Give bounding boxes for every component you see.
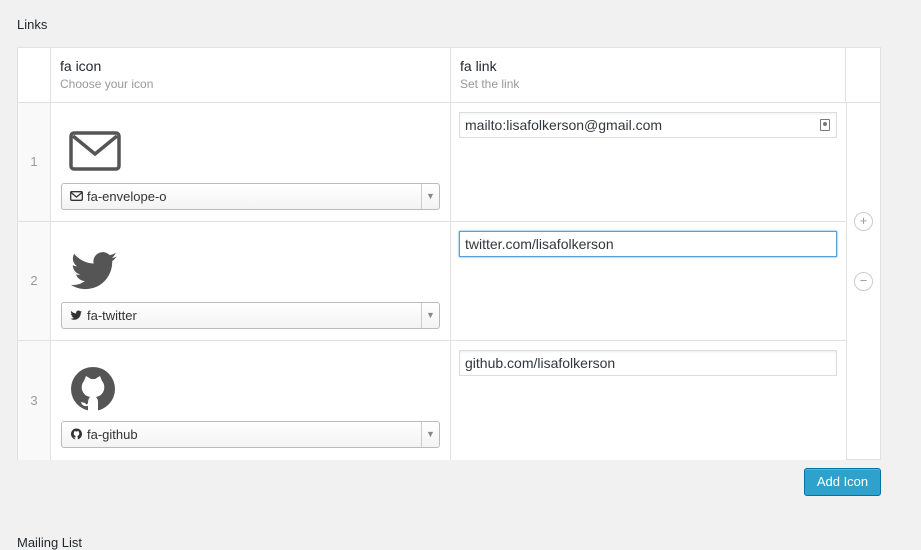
twitter-icon (70, 252, 117, 290)
row-actions: + − (846, 103, 880, 459)
column-label-icon: fa icon (60, 58, 102, 74)
icon-select[interactable]: fa-envelope-o ▼ (61, 183, 440, 210)
chevron-down-icon[interactable]: ▼ (421, 303, 439, 328)
link-input-value: twitter.com/lisafolkerson (465, 236, 614, 252)
add-icon-button[interactable]: Add Icon (804, 468, 881, 496)
link-input[interactable]: github.com/lisafolkerson (459, 350, 837, 376)
chevron-down-icon[interactable]: ▼ (421, 422, 439, 447)
row-order-handle[interactable]: 2 (18, 222, 51, 340)
link-input[interactable]: mailto:lisafolkerson@gmail.com (459, 112, 837, 138)
repeater-row: 3 fa-github ▼ github.com/lisafolkerson (18, 341, 846, 460)
column-header-icon: fa icon Choose your icon (51, 48, 451, 103)
envelope-icon (70, 191, 83, 201)
link-input-value: github.com/lisafolkerson (465, 355, 616, 371)
chevron-down-icon[interactable]: ▼ (421, 184, 439, 209)
remove-row-button[interactable]: − (854, 272, 873, 291)
icon-select[interactable]: fa-github ▼ (61, 421, 440, 448)
row-number: 1 (30, 154, 38, 169)
repeater-header: fa icon Choose your icon fa link Set the… (18, 48, 880, 103)
column-description-link: Set the link (460, 77, 520, 91)
github-icon (71, 367, 115, 411)
column-header-link: fa link Set the link (451, 48, 846, 103)
icon-select-value: fa-github (87, 427, 138, 442)
row-order-handle[interactable]: 1 (18, 103, 51, 221)
links-repeater-table: fa icon Choose your icon fa link Set the… (17, 47, 881, 460)
row-number: 2 (30, 273, 38, 288)
row-number: 3 (30, 392, 38, 408)
contact-card-icon[interactable] (820, 119, 830, 131)
link-input-value: mailto:lisafolkerson@gmail.com (465, 117, 663, 133)
section-title-mailing-list: Mailing List (17, 535, 83, 550)
icon-select-value: fa-twitter (87, 308, 137, 323)
column-description-icon: Choose your icon (60, 77, 154, 91)
column-label-link: fa link (460, 58, 497, 74)
repeater-row: 2 fa-twitter ▼ twitter.com/lisafolkerson (18, 222, 846, 341)
envelope-icon (69, 131, 121, 171)
twitter-icon (70, 310, 82, 320)
repeater-row: 1 fa-envelope-o ▼ mailto:lisafolkerson@g… (18, 103, 846, 222)
github-icon (71, 428, 82, 440)
link-input[interactable]: twitter.com/lisafolkerson (459, 231, 837, 257)
add-row-button[interactable]: + (854, 212, 873, 231)
row-order-handle[interactable]: 3 (18, 341, 51, 460)
icon-select-value: fa-envelope-o (87, 189, 167, 204)
section-title-links: Links (17, 17, 48, 32)
icon-select[interactable]: fa-twitter ▼ (61, 302, 440, 329)
